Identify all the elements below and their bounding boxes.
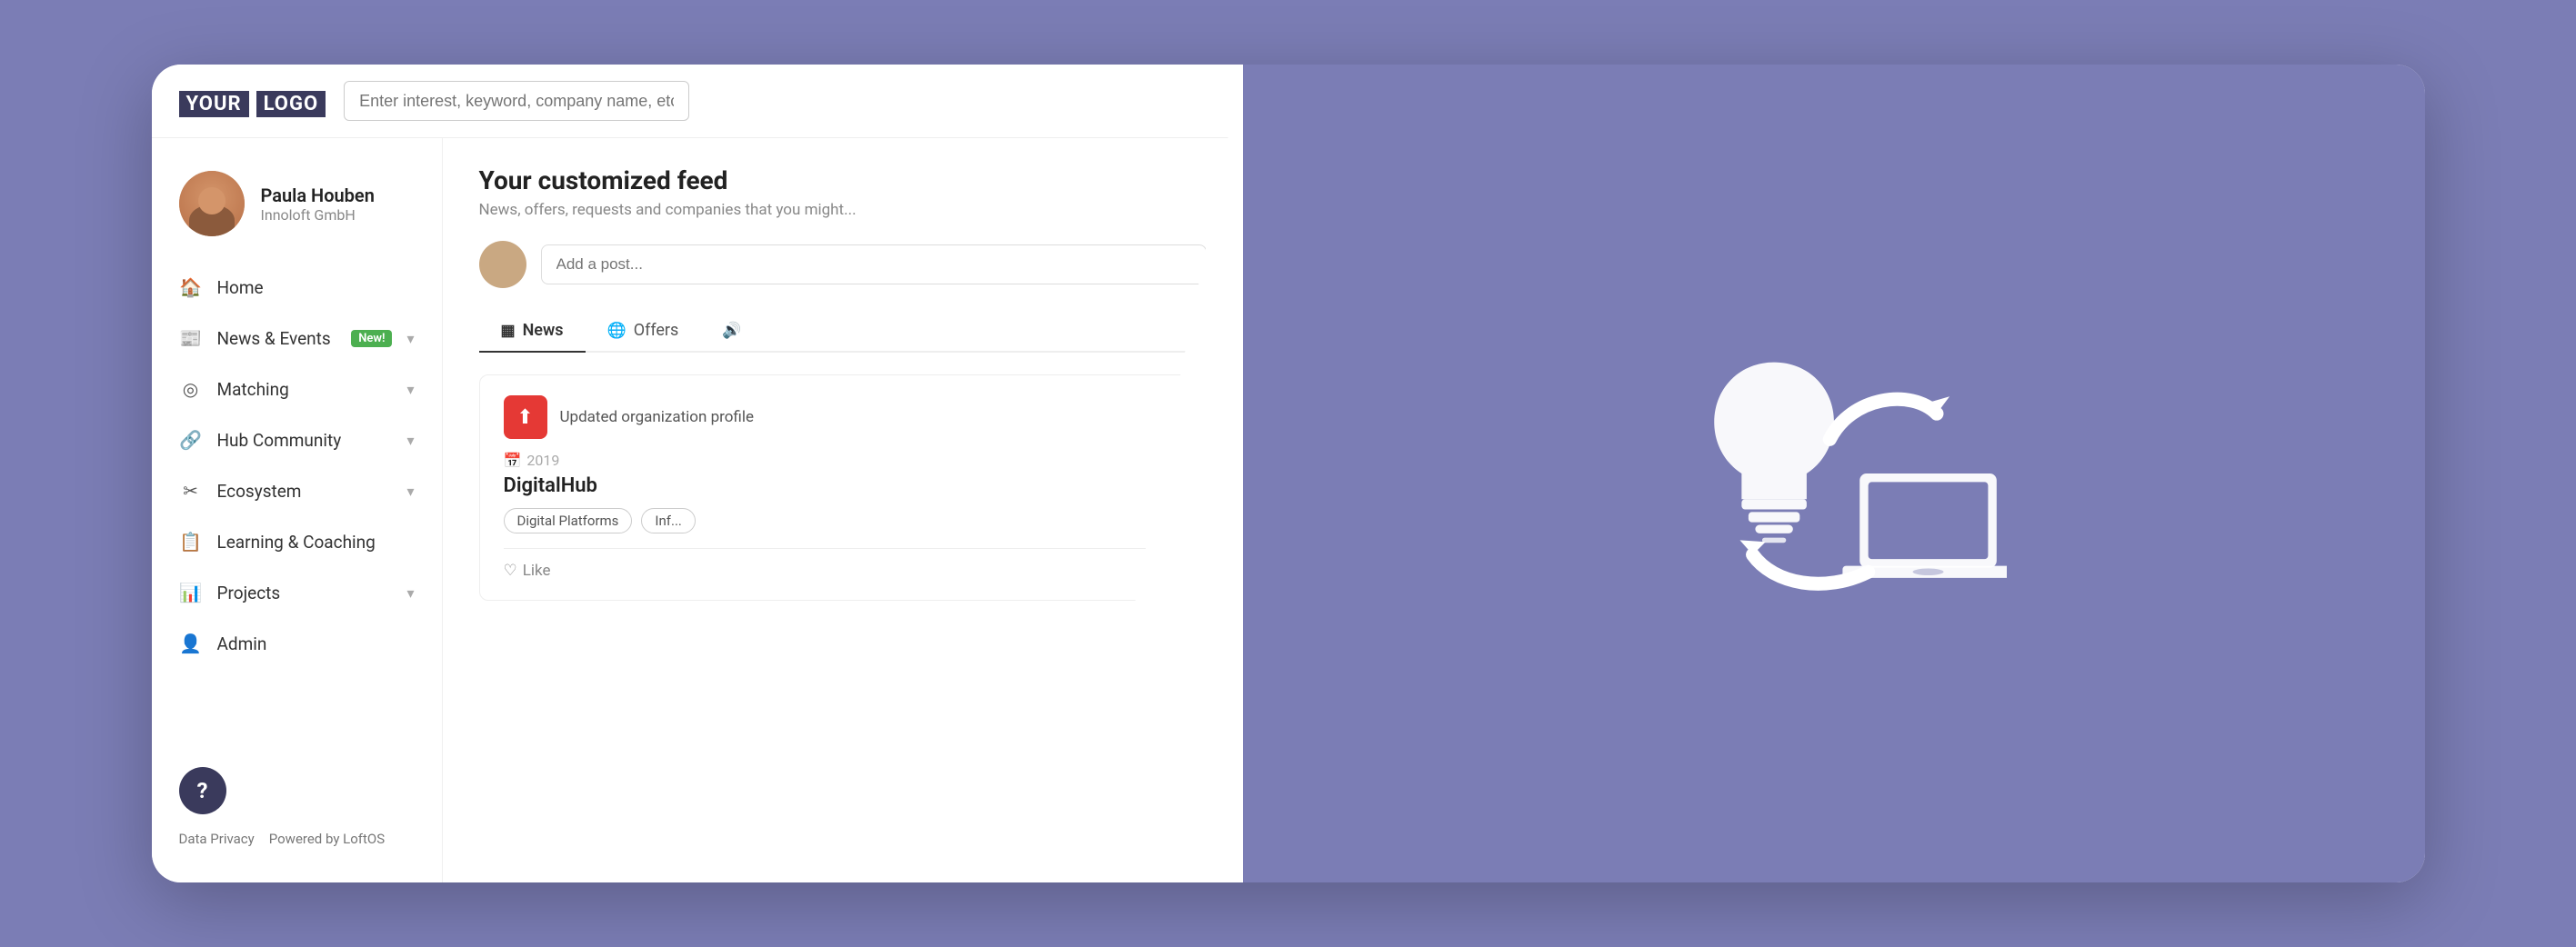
card-tags: Digital Platforms Inf... xyxy=(504,508,1182,533)
user-profile: Paula Houben Innoloft GmbH xyxy=(152,156,442,262)
like-label: Like xyxy=(523,562,551,580)
feed-subtitle: News, offers, requests and companies tha… xyxy=(479,201,1207,219)
sidebar-item-home[interactable]: 🏠 Home xyxy=(152,262,442,313)
year-value: 2019 xyxy=(526,452,559,469)
card-actions: ♡ Like xyxy=(504,548,1182,580)
home-icon: 🏠 xyxy=(179,276,203,298)
sidebar-item-label: Ecosystem xyxy=(217,481,393,502)
right-panel xyxy=(1243,65,2425,882)
card-content: 📅 2019 DigitalHub Digital Platforms Inf.… xyxy=(504,452,1182,533)
card-logo: ⬆ xyxy=(504,395,547,439)
concept-icon-container xyxy=(1607,274,2061,673)
concept-svg-icon xyxy=(1661,328,2007,619)
news-tab-icon: ▦ xyxy=(501,322,516,340)
sidebar-item-label: News & Events xyxy=(217,328,337,349)
powered-by-label: Powered by LoftOS xyxy=(269,831,385,847)
sidebar-item-label: Admin xyxy=(217,633,415,654)
nav-items: 🏠 Home 📰 News & Events New! ▾ ◎ Matching… xyxy=(152,262,442,749)
tab-offers-label: Offers xyxy=(634,321,679,340)
chevron-down-icon: ▾ xyxy=(406,330,414,347)
ecosystem-icon: ✂ xyxy=(179,480,203,502)
sidebar-item-matching[interactable]: ◎ Matching ▾ xyxy=(152,364,442,414)
tab-offers[interactable]: 🌐 Offers xyxy=(586,310,701,353)
chevron-down-icon: ▾ xyxy=(406,432,414,449)
feed-tabs: ▦ News 🌐 Offers 🔊 xyxy=(479,310,1207,353)
user-company: Innoloft GmbH xyxy=(261,206,375,224)
news-icon: 📰 xyxy=(179,327,203,349)
feed-title: Your customized feed xyxy=(479,165,1207,195)
sidebar-item-label: Hub Community xyxy=(217,430,393,451)
offers-tab-icon: 🌐 xyxy=(607,322,626,340)
learning-icon: 📋 xyxy=(179,531,203,553)
chevron-down-icon: ▾ xyxy=(406,584,414,602)
post-input-area xyxy=(479,241,1207,288)
data-privacy-link[interactable]: Data Privacy xyxy=(179,831,255,847)
logo-your: YOUR xyxy=(179,91,249,117)
sidebar-item-projects[interactable]: 📊 Projects ▾ xyxy=(152,567,442,618)
card-header: ⬆ Updated organization profile xyxy=(504,395,1182,439)
hub-icon: 🔗 xyxy=(179,429,203,451)
projects-icon: 📊 xyxy=(179,582,203,603)
sidebar: Paula Houben Innoloft GmbH 🏠 Home 📰 News… xyxy=(152,138,443,882)
sidebar-item-admin[interactable]: 👤 Admin xyxy=(152,618,442,669)
matching-icon: ◎ xyxy=(179,378,203,400)
tab-news[interactable]: ▦ News xyxy=(479,310,586,353)
sidebar-item-news-events[interactable]: 📰 News & Events New! ▾ xyxy=(152,313,442,364)
left-panel: YOUR LOGO Paula Houben Innoloft GmbH xyxy=(152,65,1243,882)
sidebar-item-hub-community[interactable]: 🔗 Hub Community ▾ xyxy=(152,414,442,465)
main-card: YOUR LOGO Paula Houben Innoloft GmbH xyxy=(152,65,2425,882)
sidebar-footer: ? Data Privacy Powered by LoftOS xyxy=(152,749,442,865)
new-badge: New! xyxy=(351,330,392,347)
card-year: 📅 2019 xyxy=(504,452,1182,469)
calendar-icon: 📅 xyxy=(504,452,522,469)
user-name: Paula Houben xyxy=(261,184,375,206)
like-button[interactable]: ♡ Like xyxy=(504,562,551,580)
main-feed: Your customized feed News, offers, reque… xyxy=(443,138,1243,882)
user-info: Paula Houben Innoloft GmbH xyxy=(261,184,375,224)
card-company-name: DigitalHub xyxy=(504,474,1182,497)
topbar: YOUR LOGO xyxy=(152,65,1243,138)
chevron-down-icon: ▾ xyxy=(406,381,414,398)
post-avatar xyxy=(479,241,526,288)
feed-card: ⬆ Updated organization profile 📅 2019 Di… xyxy=(479,374,1207,601)
sidebar-item-label: Home xyxy=(217,277,415,298)
tab-more[interactable]: 🔊 xyxy=(700,310,763,353)
card-logo-icon: ⬆ xyxy=(516,406,533,429)
card-tag: Digital Platforms xyxy=(504,508,633,533)
avatar-face xyxy=(179,171,245,236)
card-tag: Inf... xyxy=(641,508,695,533)
sidebar-item-label: Learning & Coaching xyxy=(217,532,415,553)
logo-box: LOGO xyxy=(256,91,326,117)
sidebar-item-label: Matching xyxy=(217,379,393,400)
card-action-label: Updated organization profile xyxy=(560,408,754,426)
post-input[interactable] xyxy=(541,244,1207,284)
content-area: Paula Houben Innoloft GmbH 🏠 Home 📰 News… xyxy=(152,138,1243,882)
logo: YOUR LOGO xyxy=(179,86,326,116)
help-button[interactable]: ? xyxy=(179,767,226,814)
search-input[interactable] xyxy=(344,81,689,121)
more-tab-icon: 🔊 xyxy=(722,322,741,340)
sidebar-item-learning-coaching[interactable]: 📋 Learning & Coaching xyxy=(152,516,442,567)
footer-links: Data Privacy Powered by LoftOS xyxy=(179,831,415,847)
sidebar-item-label: Projects xyxy=(217,583,393,603)
avatar xyxy=(179,171,245,236)
heart-icon: ♡ xyxy=(504,562,517,580)
tab-news-label: News xyxy=(523,321,564,340)
chevron-down-icon: ▾ xyxy=(406,483,414,500)
sidebar-item-ecosystem[interactable]: ✂ Ecosystem ▾ xyxy=(152,465,442,516)
admin-icon: 👤 xyxy=(179,633,203,654)
